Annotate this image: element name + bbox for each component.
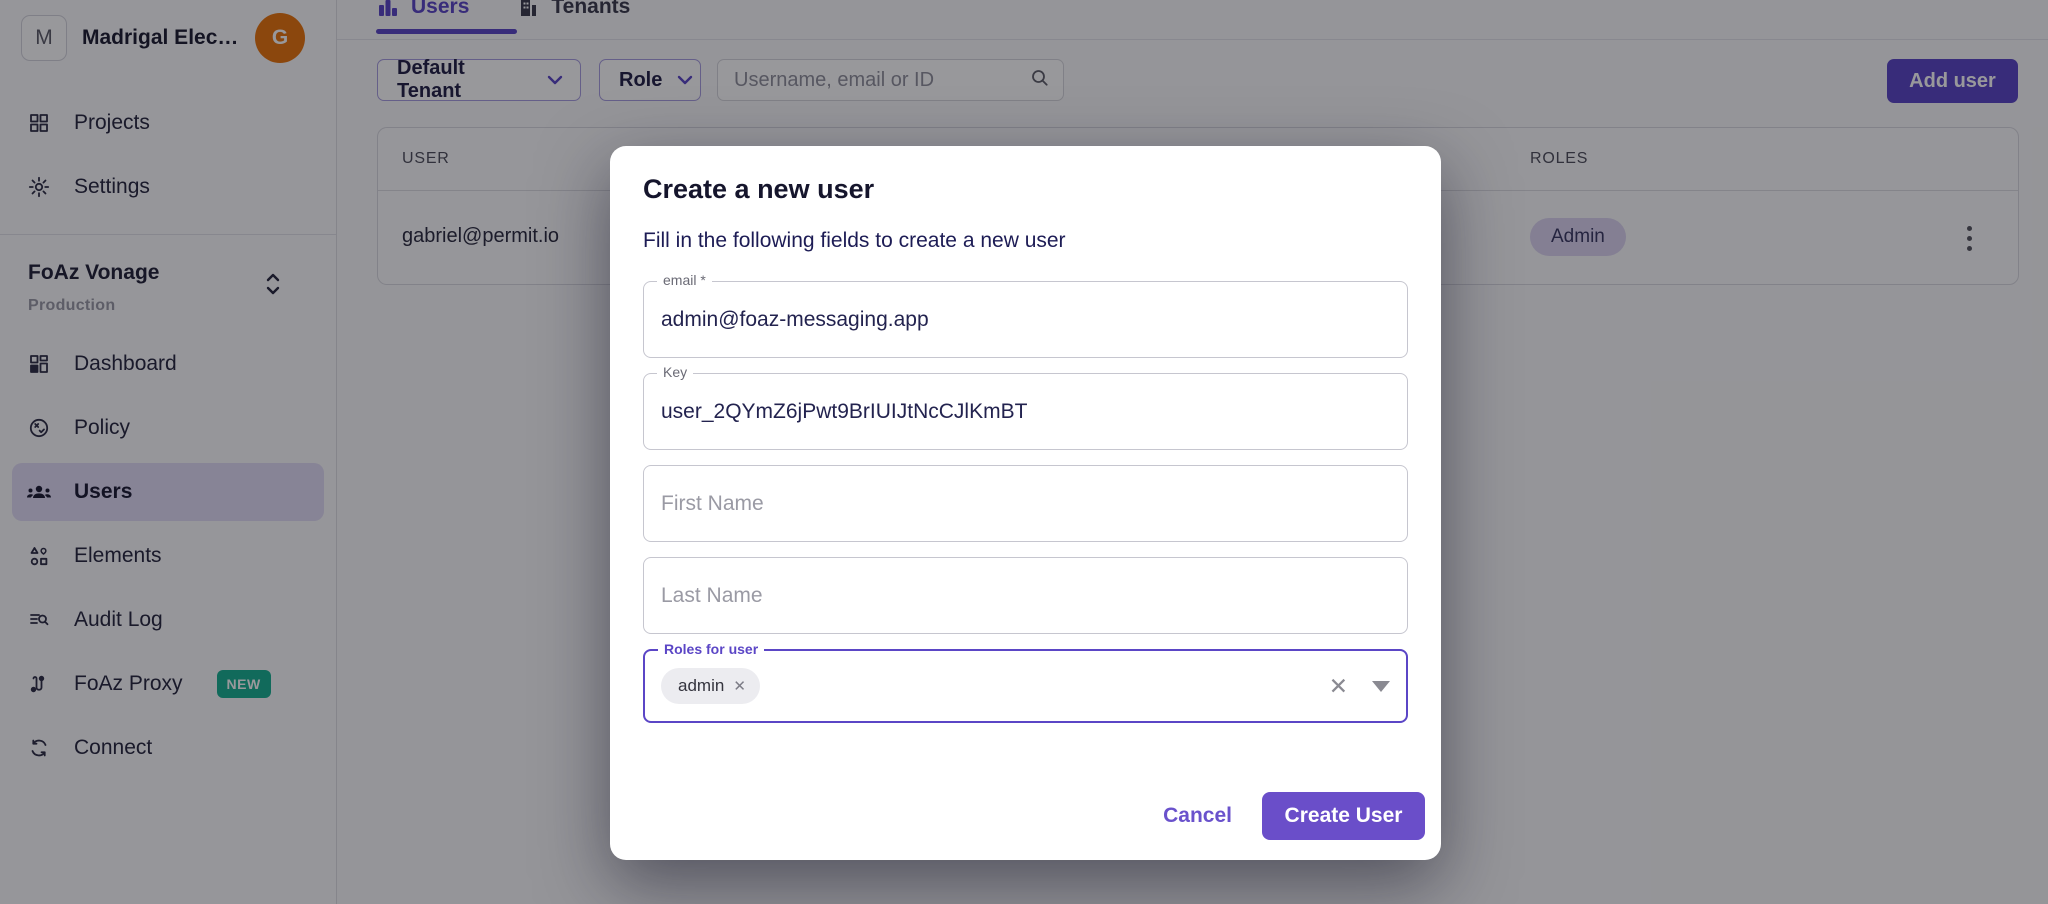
first-name-input[interactable] [644,466,1407,541]
selected-role-chip: admin ✕ [661,668,760,704]
email-input[interactable] [644,282,1407,357]
modal-title: Create a new user [643,174,1408,205]
last-name-field [643,557,1408,634]
clear-selection-icon[interactable]: ✕ [1329,675,1348,698]
key-field: Key [643,373,1408,450]
key-field-label: Key [657,364,693,380]
create-user-modal: Create a new user Fill in the following … [610,146,1441,860]
create-user-button[interactable]: Create User [1262,792,1425,840]
modal-subtitle: Fill in the following fields to create a… [643,229,1408,253]
cancel-button[interactable]: Cancel [1163,804,1232,828]
first-name-field [643,465,1408,542]
dropdown-caret-icon[interactable] [1372,681,1390,692]
chip-remove-icon[interactable]: ✕ [733,677,746,695]
app-window: M Madrigal Elec… G Projects [0,0,2048,904]
email-field: email * [643,281,1408,358]
role-chip-label: admin [678,676,724,696]
modal-footer: Cancel Create User [1163,792,1425,840]
email-field-label: email * [657,272,712,288]
key-input[interactable] [644,374,1407,449]
roles-field[interactable]: Roles for user admin ✕ ✕ [643,649,1408,723]
last-name-input[interactable] [644,558,1407,633]
